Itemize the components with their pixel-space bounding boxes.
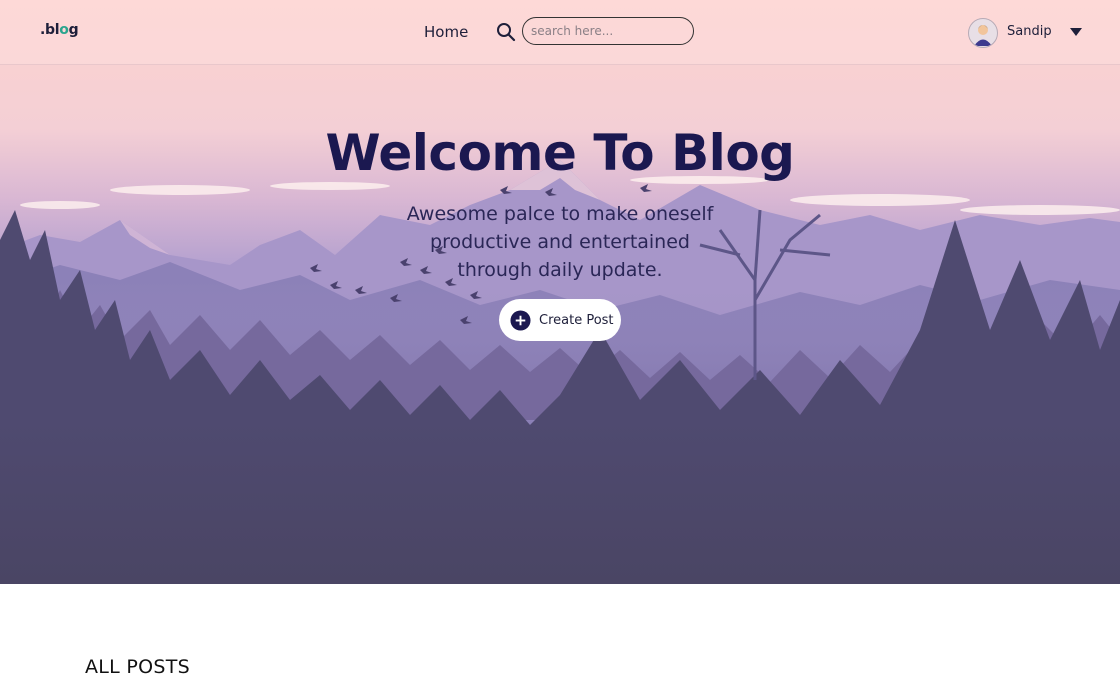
hero-banner: .blog Home Sandip Welcome To Blog Awesom… [0,0,1120,584]
create-post-button[interactable]: Create Post [499,299,621,341]
hero-title: Welcome To Blog [325,124,795,182]
hero-subtitle-line: Awesome palce to make oneself [406,203,714,225]
user-avatar[interactable] [968,18,998,48]
nav-home-link[interactable]: Home [424,23,468,41]
top-navbar: .blog Home Sandip [0,0,1120,65]
user-name-label[interactable]: Sandip [1007,24,1052,39]
site-logo[interactable]: .blog [40,22,79,38]
plus-circle-icon [510,309,531,331]
hero-subtitle-line: productive and entertained [430,231,690,253]
avatar-person-icon [974,25,992,46]
mountain-forest-illustration [0,160,1120,584]
caret-down-icon[interactable] [1069,27,1083,37]
create-post-label: Create Post [539,312,614,328]
hero-subtitle: Awesome palce to make oneself productive… [0,200,1120,284]
hero-subtitle-line: through daily update. [457,259,663,281]
search-input[interactable] [522,17,694,45]
search-icon[interactable] [496,22,516,42]
all-posts-heading: ALL POSTS [85,656,191,678]
